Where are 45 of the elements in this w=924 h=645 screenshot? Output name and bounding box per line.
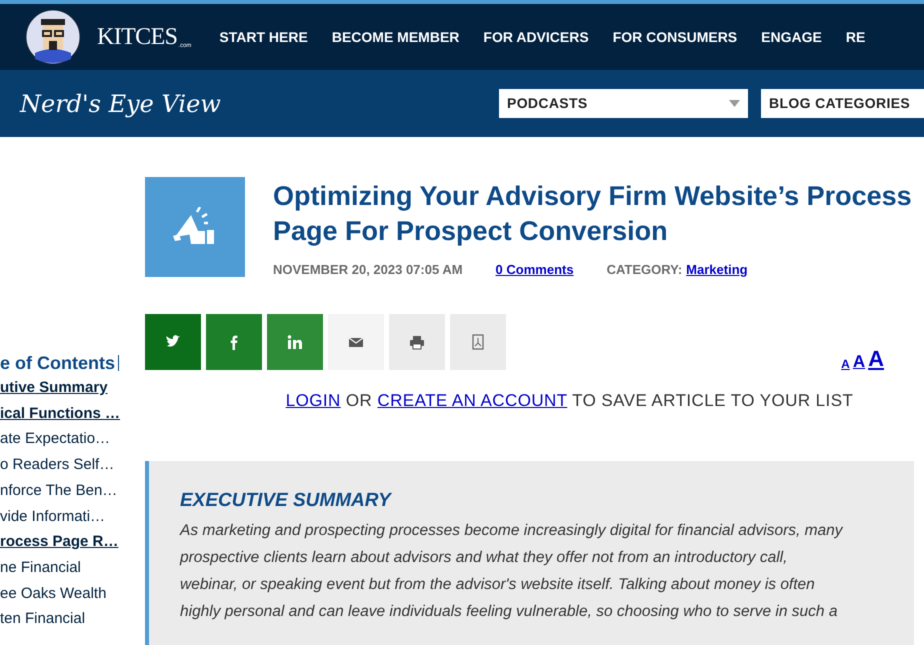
- pixel-avatar-icon[interactable]: [25, 9, 81, 65]
- linkedin-icon: [287, 334, 303, 350]
- font-size-link[interactable]: A: [868, 348, 884, 370]
- share-button[interactable]: [206, 314, 262, 370]
- toc-link[interactable]: ical Functions …: [0, 400, 145, 426]
- site-logo[interactable]: KITCES: [97, 25, 178, 49]
- article-title: Optimizing Your Advisory Firm Website’s Process Page For Prospect Conversion: [273, 180, 913, 248]
- nav-link[interactable]: START HERE: [219, 26, 308, 48]
- font-size-link[interactable]: A: [841, 358, 850, 370]
- save-article-text: TO SAVE ARTICLE TO YOUR LIST: [572, 390, 854, 410]
- toc-link[interactable]: utive Summary: [0, 375, 145, 401]
- category-dropdown[interactable]: PODCASTS: [499, 89, 748, 118]
- or-text: OR: [346, 390, 372, 410]
- share-button[interactable]: [145, 314, 201, 370]
- printer-icon: [409, 334, 425, 350]
- share-button[interactable]: [389, 314, 445, 370]
- nav-link[interactable]: BECOME MEMBER: [332, 26, 460, 48]
- login-link[interactable]: LOGIN: [286, 390, 341, 410]
- create-account-link[interactable]: CREATE AN ACCOUNT: [377, 390, 568, 410]
- toc-link[interactable]: ne Financial: [0, 554, 145, 581]
- pdf-file-icon: [470, 334, 486, 350]
- toc-link[interactable]: o Readers Self…: [0, 452, 145, 478]
- category-link[interactable]: Marketing: [686, 260, 748, 280]
- toc-link[interactable]: ate Expectatio…: [0, 426, 145, 452]
- nav-link[interactable]: FOR CONSUMERS: [612, 26, 738, 48]
- font-size-link[interactable]: A: [852, 352, 866, 370]
- summary-heading: EXECUTIVE SUMMARY: [180, 489, 393, 513]
- share-button[interactable]: [267, 314, 323, 370]
- toc-link[interactable]: vide Informati…: [0, 504, 145, 530]
- category-dropdown[interactable]: BLOG CATEGORIES: [761, 89, 924, 118]
- nav-link[interactable]: ENGAGE: [761, 26, 822, 48]
- table-of-contents-title: e of Contents: [0, 352, 115, 375]
- twitter-bird-icon: [165, 334, 181, 350]
- nav-link[interactable]: RE: [846, 26, 866, 48]
- summary-text: As marketing and prospecting processes become increasingly digital for financial advisors, many prospective clients learn about advisors and what they offer not from an introductory call, webinar, or speaking event but from the advisor's website itself. Talking about money is often highly personal and can leave individuals feeling vulnerable, so choosing who to serve in such a: [180, 521, 844, 622]
- article-date: NOVEMBER 20, 2023 07:05 AM: [273, 261, 463, 279]
- toc-link[interactable]: ee Oaks Wealth: [0, 580, 145, 606]
- toc-link[interactable]: nforce The Ben…: [0, 478, 145, 504]
- share-button[interactable]: [328, 314, 384, 370]
- toc-link[interactable]: ten Financial: [0, 606, 145, 632]
- nav-link[interactable]: FOR ADVICERS: [483, 26, 589, 48]
- blog-title: Nerd's Eye View: [20, 88, 222, 120]
- category-label: CATEGORY:: [606, 261, 682, 279]
- comments-link[interactable]: 0 Comments: [496, 260, 574, 280]
- toc-link[interactable]: rocess Page R…: [0, 529, 145, 555]
